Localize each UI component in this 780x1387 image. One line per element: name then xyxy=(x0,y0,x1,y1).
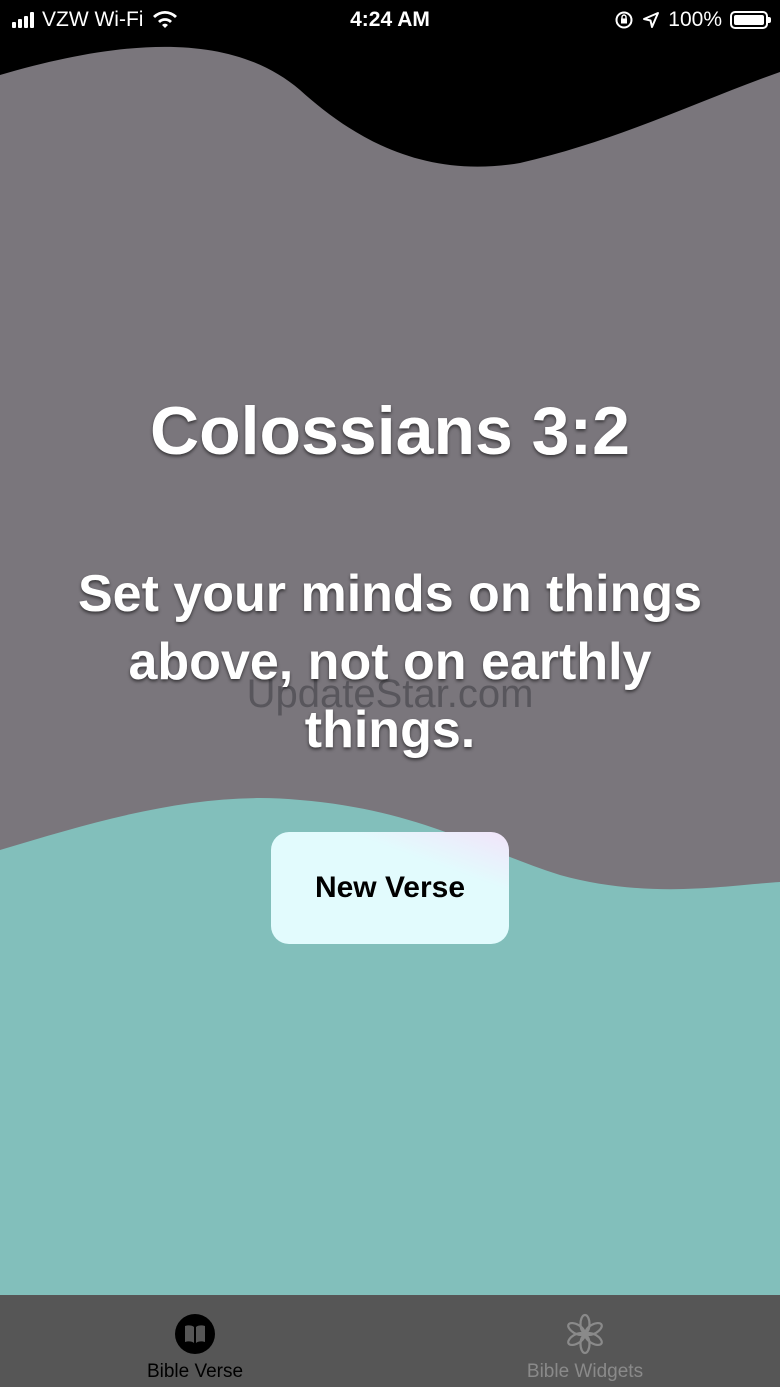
new-verse-button[interactable]: New Verse xyxy=(271,832,509,944)
widgets-icon xyxy=(567,1313,603,1355)
battery-icon xyxy=(730,11,771,29)
status-bar: VZW Wi-Fi 4:24 AM 100% xyxy=(0,0,780,40)
tab-bible-verse[interactable]: Bible Verse xyxy=(0,1295,390,1387)
orientation-lock-icon xyxy=(615,11,633,29)
status-right: 100% xyxy=(614,8,771,32)
battery-percent: 100% xyxy=(668,8,722,31)
tab-bible-widgets[interactable]: Bible Widgets xyxy=(390,1295,780,1387)
verse-reference: Colossians 3:2 xyxy=(150,393,630,469)
verse-text: Set your minds on things above, not on e… xyxy=(77,565,703,759)
book-icon xyxy=(175,1314,215,1354)
tab-label-bible-verse: Bible Verse xyxy=(146,1361,244,1382)
app-screen: VZW Wi-Fi 4:24 AM 100% Colossians 3:2 Up… xyxy=(0,0,780,1387)
tab-label-bible-widgets: Bible Widgets xyxy=(526,1361,644,1382)
location-icon xyxy=(643,12,660,28)
tab-bar: Bible Verse Bible Widgets xyxy=(0,1295,780,1387)
